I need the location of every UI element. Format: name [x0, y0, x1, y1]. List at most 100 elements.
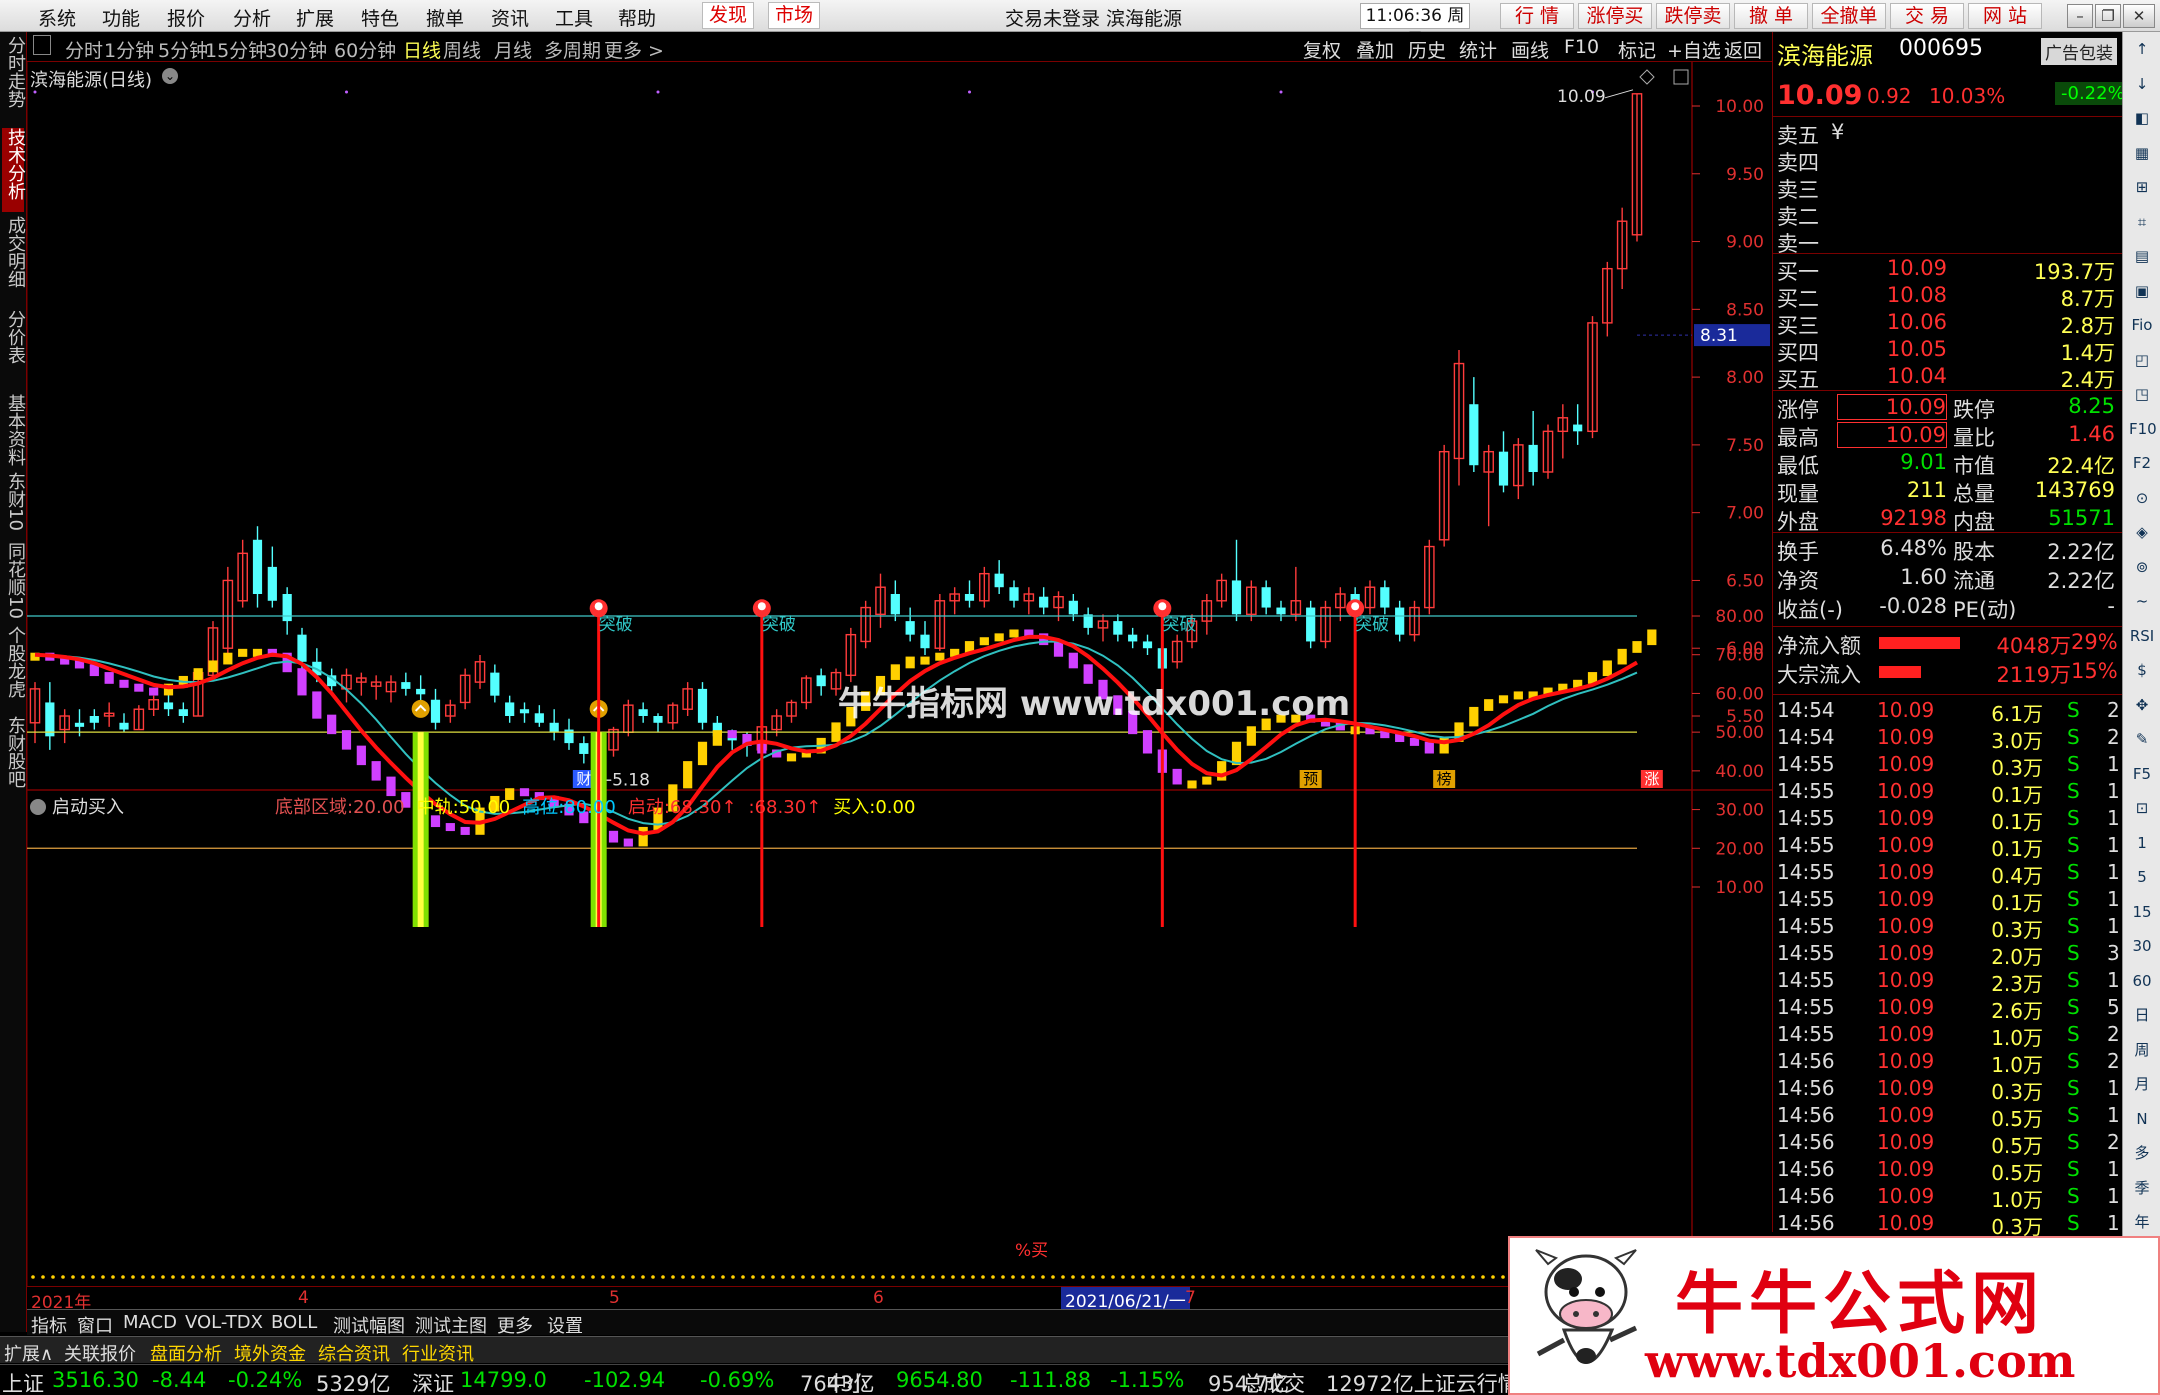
right-tool-27[interactable]: 60 — [2129, 968, 2155, 994]
toolbar-2[interactable]: 历史 — [1408, 36, 1446, 63]
period-2[interactable]: 5分钟 — [158, 36, 208, 63]
close-icon[interactable]: ✕ — [2123, 4, 2155, 28]
toolbar-5[interactable]: F10 — [1564, 36, 1599, 58]
right-tool-21[interactable]: F5 — [2129, 761, 2155, 787]
indicator-tab-2[interactable]: MACD — [123, 1312, 177, 1333]
function-tab-3[interactable]: 境外资金 — [234, 1340, 306, 1366]
menu-item-4[interactable]: 扩展 — [296, 4, 334, 31]
left-tab-3[interactable]: 分价表 — [2, 310, 26, 390]
right-tool-8[interactable]: Fio — [2129, 312, 2155, 338]
quick-button-5[interactable]: 交 易 — [1890, 3, 1964, 29]
chart-settings-icon[interactable]: ⌄ — [162, 68, 178, 84]
restore-icon[interactable]: ❐ — [2095, 4, 2121, 28]
left-tab-8[interactable]: 东财股吧 — [2, 716, 26, 806]
right-tool-1[interactable]: ↓ — [2129, 71, 2155, 97]
right-tool-32[interactable]: 多 — [2129, 1140, 2155, 1166]
period-5[interactable]: 60分钟 — [334, 36, 396, 63]
quick-button-4[interactable]: 全撤单 — [1812, 3, 1886, 29]
indicator-tab-4[interactable]: BOLL — [271, 1312, 317, 1333]
menu-item-9[interactable]: 帮助 — [618, 4, 656, 31]
indicator-tab-7[interactable]: 更多 — [497, 1312, 533, 1338]
left-tab-4[interactable]: 基本资料 — [2, 394, 26, 468]
toolbar-4[interactable]: 画线 — [1511, 36, 1549, 63]
right-tool-4[interactable]: ⊞ — [2129, 174, 2155, 200]
period-1[interactable]: 1分钟 — [104, 36, 154, 63]
period-4[interactable]: 30分钟 — [265, 36, 327, 63]
menu-item-8[interactable]: 工具 — [555, 4, 593, 31]
right-tool-11[interactable]: F10 — [2129, 416, 2157, 442]
right-tool-25[interactable]: 15 — [2129, 899, 2155, 925]
menu-item-2[interactable]: 报价 — [167, 4, 205, 31]
right-tool-13[interactable]: ⊙ — [2129, 485, 2155, 511]
ad-banner[interactable]: 牛牛公式网 www.tdx001.com — [1508, 1236, 2160, 1395]
right-tool-22[interactable]: ⊡ — [2129, 795, 2155, 821]
right-tool-15[interactable]: ⊚ — [2129, 554, 2155, 580]
toolbar-7[interactable]: +自选 — [1667, 36, 1721, 63]
quick-button-0[interactable]: 行 情 — [1500, 3, 1574, 29]
right-tool-2[interactable]: ◧ — [2129, 105, 2155, 131]
right-tool-24[interactable]: 5 — [2129, 864, 2155, 890]
right-tool-14[interactable]: ◈ — [2129, 519, 2155, 545]
function-tab-2[interactable]: 盘面分析 — [150, 1340, 222, 1366]
function-tab-5[interactable]: 行业资讯 — [402, 1340, 474, 1366]
left-tab-1[interactable]: 技术分析 — [2, 128, 26, 212]
menu-item-7[interactable]: 资讯 — [491, 4, 529, 31]
period-3[interactable]: 15分钟 — [205, 36, 267, 63]
right-tool-5[interactable]: ⌗ — [2129, 209, 2155, 235]
indicator-tab-3[interactable]: VOL-TDX — [185, 1312, 263, 1333]
toolbar-3[interactable]: 统计 — [1459, 36, 1497, 63]
discover-tab[interactable]: 发现 — [702, 2, 755, 29]
quick-button-1[interactable]: 涨停买 — [1578, 3, 1652, 29]
right-tool-31[interactable]: N — [2129, 1106, 2155, 1132]
indicator-tab-6[interactable]: 测试主图 — [415, 1312, 487, 1338]
quick-button-6[interactable]: 网 站 — [1968, 3, 2042, 29]
function-tab-4[interactable]: 综合资讯 — [318, 1340, 390, 1366]
period-9[interactable]: 多周期 — [544, 36, 601, 63]
period-10[interactable]: 更多 > — [604, 36, 664, 63]
market-tab[interactable]: 市场 — [768, 2, 821, 29]
left-tab-0[interactable]: 分时走势 — [2, 36, 26, 122]
right-tool-26[interactable]: 30 — [2129, 933, 2155, 959]
indicator-tab-0[interactable]: 指标 — [31, 1312, 67, 1338]
right-tool-30[interactable]: 月 — [2129, 1071, 2155, 1097]
right-tool-33[interactable]: 季 — [2129, 1175, 2155, 1201]
right-tool-3[interactable]: ▦ — [2129, 140, 2155, 166]
menu-item-1[interactable]: 功能 — [102, 4, 140, 31]
right-tool-23[interactable]: 1 — [2129, 830, 2155, 856]
toolbar-1[interactable]: 叠加 — [1356, 36, 1394, 63]
right-tool-6[interactable]: ▤ — [2129, 243, 2155, 269]
right-tool-18[interactable]: $ — [2129, 657, 2155, 683]
period-6[interactable]: 日线 — [403, 36, 441, 63]
menu-item-0[interactable]: 系统 — [38, 4, 76, 31]
menu-item-5[interactable]: 特色 — [361, 4, 399, 31]
right-tool-28[interactable]: 日 — [2129, 1002, 2155, 1028]
indicator-tab-1[interactable]: 窗口 — [77, 1312, 113, 1338]
indicator-tab-8[interactable]: 设置 — [547, 1312, 583, 1338]
right-tool-0[interactable]: ↑ — [2129, 36, 2155, 62]
function-tab-0[interactable]: 扩展∧ — [4, 1340, 53, 1366]
chart-area[interactable]: 10.009.509.008.508.007.507.006.506.005.5… — [27, 62, 1772, 1286]
right-tool-19[interactable]: ✥ — [2129, 692, 2155, 718]
left-tab-6[interactable]: 同花顺10 — [2, 542, 26, 622]
left-tab-2[interactable]: 成交明细 — [2, 216, 26, 306]
indicator-tab-5[interactable]: 测试幅图 — [333, 1312, 405, 1338]
minimize-icon[interactable]: – — [2067, 4, 2093, 28]
toolbar-6[interactable]: 标记 — [1618, 36, 1656, 63]
menu-item-6[interactable]: 撤单 — [426, 4, 464, 31]
function-tab-1[interactable]: 关联报价 — [64, 1340, 136, 1366]
right-tool-29[interactable]: 周 — [2129, 1037, 2155, 1063]
toolbar-0[interactable]: 复权 — [1303, 36, 1341, 63]
menu-item-3[interactable]: 分析 — [233, 4, 271, 31]
indicator-settings-icon[interactable] — [30, 799, 46, 815]
ad-package-button[interactable]: 广告包装 — [2041, 38, 2117, 65]
period-0[interactable]: 分时 — [65, 36, 103, 63]
left-tab-5[interactable]: 东财10 — [2, 472, 26, 538]
period-7[interactable]: 周线 — [443, 36, 481, 63]
right-tool-34[interactable]: 年 — [2129, 1209, 2155, 1235]
toolbar-8[interactable]: 返回 — [1724, 36, 1762, 63]
panel-toggle-icon[interactable] — [33, 35, 51, 55]
right-tool-7[interactable]: ▣ — [2129, 278, 2155, 304]
quick-button-3[interactable]: 撤 单 — [1734, 3, 1808, 29]
right-tool-16[interactable]: ~ — [2129, 588, 2155, 614]
right-tool-10[interactable]: ◳ — [2129, 381, 2155, 407]
